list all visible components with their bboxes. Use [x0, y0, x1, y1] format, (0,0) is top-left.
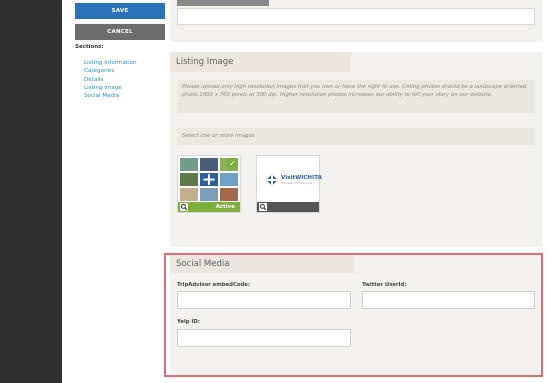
image-thumbnail-collage[interactable]: ✓ Active [177, 155, 241, 213]
nav-item-listing-image[interactable]: Listing Image [84, 84, 137, 92]
listing-image-title: Listing Image [170, 52, 351, 72]
nav-item-social-media[interactable]: Social Media [84, 92, 137, 100]
select-images-dropzone[interactable]: Select one or more images [177, 128, 535, 145]
dark-side-rail [0, 0, 62, 383]
thumbnail-status-bar: Active [178, 202, 240, 212]
previous-section-field[interactable] [177, 8, 535, 25]
sidebar: SAVE CANCEL Sections: Listing Informatio… [62, 0, 170, 383]
nav-item-categories[interactable]: Categories [84, 67, 137, 75]
logo-text: VisitWICHITA [281, 175, 322, 181]
selected-check-icon[interactable]: ✓ [227, 158, 238, 169]
sections-nav: Listing Information Categories Details L… [84, 59, 137, 100]
listing-image-panel: Listing Image Please upload only high re… [170, 52, 543, 247]
zoom-icon[interactable] [259, 203, 267, 211]
social-media-highlight [164, 253, 543, 377]
save-button[interactable]: SAVE [75, 3, 165, 19]
logo-tagline: The Heart of the Country [281, 182, 313, 185]
cancel-button[interactable]: CANCEL [75, 24, 165, 40]
nav-item-details[interactable]: Details [84, 76, 137, 84]
zoom-icon[interactable] [180, 203, 188, 211]
thumbnail-status-bar [257, 202, 319, 212]
listing-image-description: Please upload only high resolution image… [177, 80, 535, 113]
active-status-label: Active [215, 204, 235, 210]
previous-section-tab [177, 0, 269, 6]
sections-label: Sections: [75, 44, 104, 50]
previous-section-panel [170, 0, 543, 42]
nav-item-listing-information[interactable]: Listing Information [84, 59, 137, 67]
image-thumbnail-logo[interactable]: VisitWICHITA The Heart of the Country [256, 155, 322, 213]
visit-wichita-logo: VisitWICHITA The Heart of the Country [265, 172, 322, 188]
